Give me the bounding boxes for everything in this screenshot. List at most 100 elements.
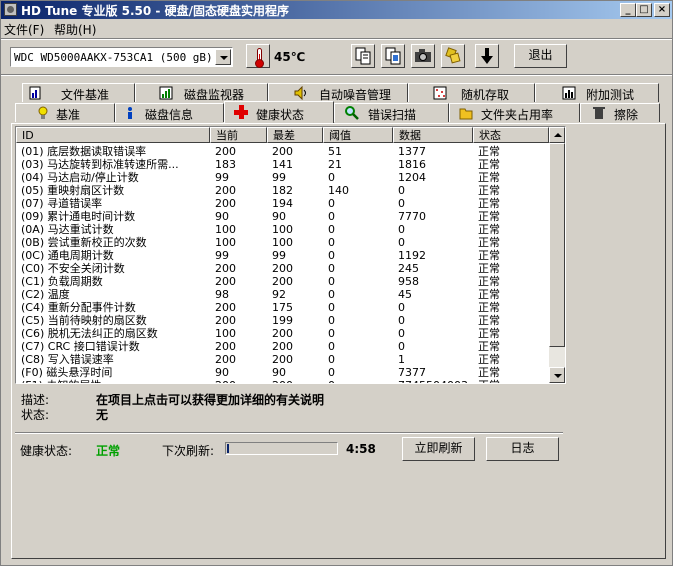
- cell-status: 正常: [478, 301, 500, 314]
- table-row[interactable]: (C0) 不安全关闭计数 200 200 0 245 正常: [16, 262, 549, 275]
- cell-status: 正常: [478, 236, 500, 249]
- cell-worst: 100: [272, 223, 293, 236]
- cell-current: 100: [215, 223, 236, 236]
- cell-data: 0: [398, 223, 405, 236]
- menu-file[interactable]: 文件(F): [4, 21, 44, 38]
- cell-worst: 200: [272, 379, 323, 383]
- cell-threshold: 0: [328, 327, 335, 340]
- copy-screenshot-button[interactable]: [381, 44, 405, 68]
- cell-threshold: 0: [328, 249, 335, 262]
- cell-data: 0: [398, 327, 405, 340]
- drive-select[interactable]: WDC WD5000AAKX-753CA1 (500 gB): [10, 47, 233, 67]
- table-row[interactable]: (C2) 温度 98 92 0 45 正常: [16, 288, 549, 301]
- log-button[interactable]: 日志: [486, 437, 559, 461]
- tab-disk-info[interactable]: 磁盘信息: [115, 103, 224, 122]
- screenshot-button[interactable]: [411, 44, 435, 68]
- table-row[interactable]: (0A) 马达重试计数 100 100 0 0 正常: [16, 223, 549, 236]
- cell-current: 98: [215, 288, 229, 301]
- tab-health[interactable]: 健康状态: [224, 101, 334, 123]
- cell-current: 200: [215, 197, 236, 210]
- tab-file-benchmark[interactable]: 文件基准: [22, 83, 135, 102]
- cell-id: (05) 重映射扇区计数: [21, 184, 125, 197]
- column-header-current[interactable]: 当前: [210, 127, 267, 143]
- refresh-countdown: 4:58: [346, 442, 376, 456]
- window-title: HD Tune 专业版 5.50 - 硬盘/固态硬盘实用程序: [21, 4, 289, 18]
- tab-acoustic-management[interactable]: 自动噪音管理: [268, 83, 408, 102]
- cell-current: 200: [215, 262, 236, 275]
- options-button[interactable]: [441, 44, 465, 68]
- vertical-scrollbar[interactable]: [549, 127, 565, 383]
- cell-data: 0: [398, 236, 405, 249]
- scroll-up-button[interactable]: [549, 127, 565, 143]
- cell-threshold: 0: [328, 236, 335, 249]
- maximize-button[interactable]: □: [636, 3, 652, 17]
- next-refresh-label: 下次刷新:: [162, 444, 215, 458]
- tab-erase[interactable]: 擦除: [580, 103, 660, 122]
- close-button[interactable]: ×: [654, 3, 670, 17]
- cell-data: 45: [398, 288, 412, 301]
- tab-error-scan[interactable]: 错误扫描: [334, 103, 449, 122]
- cell-status: 正常: [478, 184, 500, 197]
- table-row[interactable]: (0C) 通电周期计数 99 99 0 1192 正常: [16, 249, 549, 262]
- copy-image-icon: [385, 47, 401, 65]
- table-row[interactable]: (07) 寻道错误率 200 194 0 0 正常: [16, 197, 549, 210]
- table-row[interactable]: (09) 累计通电时间计数 90 90 0 7770 正常: [16, 210, 549, 223]
- table-row[interactable]: (C5) 当前待映射的扇区数 200 199 0 0 正常: [16, 314, 549, 327]
- temperature-button[interactable]: [246, 44, 270, 68]
- column-header-worst[interactable]: 最差: [267, 127, 323, 143]
- copy-info-button[interactable]: [351, 44, 375, 68]
- table-row[interactable]: (05) 重映射扇区计数 200 182 140 0 正常: [16, 184, 549, 197]
- column-header-data[interactable]: 数据: [393, 127, 473, 143]
- refresh-progress-fill: [227, 444, 229, 453]
- scroll-down-button[interactable]: [549, 367, 565, 383]
- cell-current: 200: [215, 145, 236, 158]
- column-header-threshold[interactable]: 阈值: [323, 127, 393, 143]
- table-row[interactable]: (C7) CRC 接口错误计数 200 200 0 0 正常: [16, 340, 549, 353]
- column-header-status[interactable]: 状态: [473, 127, 549, 143]
- scroll-thumb[interactable]: [549, 143, 565, 347]
- cell-current: 200: [215, 301, 236, 314]
- tab-extra-tests[interactable]: 附加测试: [535, 83, 659, 102]
- cell-threshold: 0: [328, 288, 335, 301]
- table-row[interactable]: (C4) 重新分配事件计数 200 175 0 0 正常: [16, 301, 549, 314]
- tab-benchmark[interactable]: 基准: [15, 103, 115, 122]
- refresh-now-button[interactable]: 立即刷新: [402, 437, 475, 461]
- cell-id: (0B) 尝试重新校正的次数: [21, 236, 147, 249]
- cell-data: 1: [398, 353, 405, 366]
- cell-current: 200: [215, 275, 236, 288]
- main-window: HD Tune 专业版 5.50 - 硬盘/固态硬盘实用程序 _ □ × 文件(…: [0, 0, 673, 566]
- cell-status: 正常: [478, 327, 500, 340]
- tab-disk-monitor[interactable]: 磁盘监视器: [135, 83, 268, 102]
- table-row[interactable]: (04) 马达启动/停止计数 99 99 0 1204 正常: [16, 171, 549, 184]
- save-down-button[interactable]: [475, 44, 499, 68]
- random-access-icon: [433, 86, 447, 100]
- table-row[interactable]: (F0) 磁头悬浮时间 90 90 0 7377 正常: [16, 366, 549, 379]
- cell-id: (07) 寻道错误率: [21, 197, 103, 210]
- column-header-id[interactable]: ID: [16, 127, 210, 143]
- cell-current: 200: [215, 353, 236, 366]
- cell-data: 7377: [398, 366, 426, 379]
- table-row[interactable]: (03) 马达旋转到标准转速所需... 183 141 21 1816 正常: [16, 158, 549, 171]
- chevron-down-icon[interactable]: [215, 49, 231, 65]
- tab-random-access[interactable]: 随机存取: [408, 83, 535, 102]
- exit-button[interactable]: 退出: [514, 44, 567, 68]
- cell-id: (0A) 马达重试计数: [21, 223, 114, 236]
- table-row[interactable]: (C6) 脱机无法纠正的扇区数 100 200 0 0 正常: [16, 327, 549, 340]
- menu-help[interactable]: 帮助(H): [54, 21, 96, 38]
- cell-worst: 200: [272, 340, 293, 353]
- tab-folder-usage[interactable]: 文件夹占用率: [449, 103, 580, 122]
- title-bar[interactable]: HD Tune 专业版 5.50 - 硬盘/固态硬盘实用程序 _ □ ×: [1, 1, 672, 19]
- cell-current: 99: [215, 249, 229, 262]
- table-row[interactable]: (F1) 未知的属性 200 200 0 7745504003正常: [16, 379, 549, 383]
- table-row[interactable]: (01) 底层数据读取错误率 200 200 51 1377 正常: [16, 145, 549, 158]
- table-row[interactable]: (C8) 写入错误速率 200 200 0 1 正常: [16, 353, 549, 366]
- info-icon: [123, 106, 137, 120]
- cell-data: 0: [398, 340, 405, 353]
- menu-separator: [1, 38, 672, 40]
- table-row[interactable]: (C1) 负载周期数 200 200 0 958 正常: [16, 275, 549, 288]
- smart-attribute-list[interactable]: ID 当前 最差 阈值 数据 状态 (01) 底层数据读取错误率 200 200 51…: [15, 126, 566, 384]
- refresh-progress-bar: [225, 442, 338, 455]
- minimize-button[interactable]: _: [620, 3, 636, 17]
- cell-status: 正常: [478, 275, 500, 288]
- table-row[interactable]: (0B) 尝试重新校正的次数 100 100 0 0 正常: [16, 236, 549, 249]
